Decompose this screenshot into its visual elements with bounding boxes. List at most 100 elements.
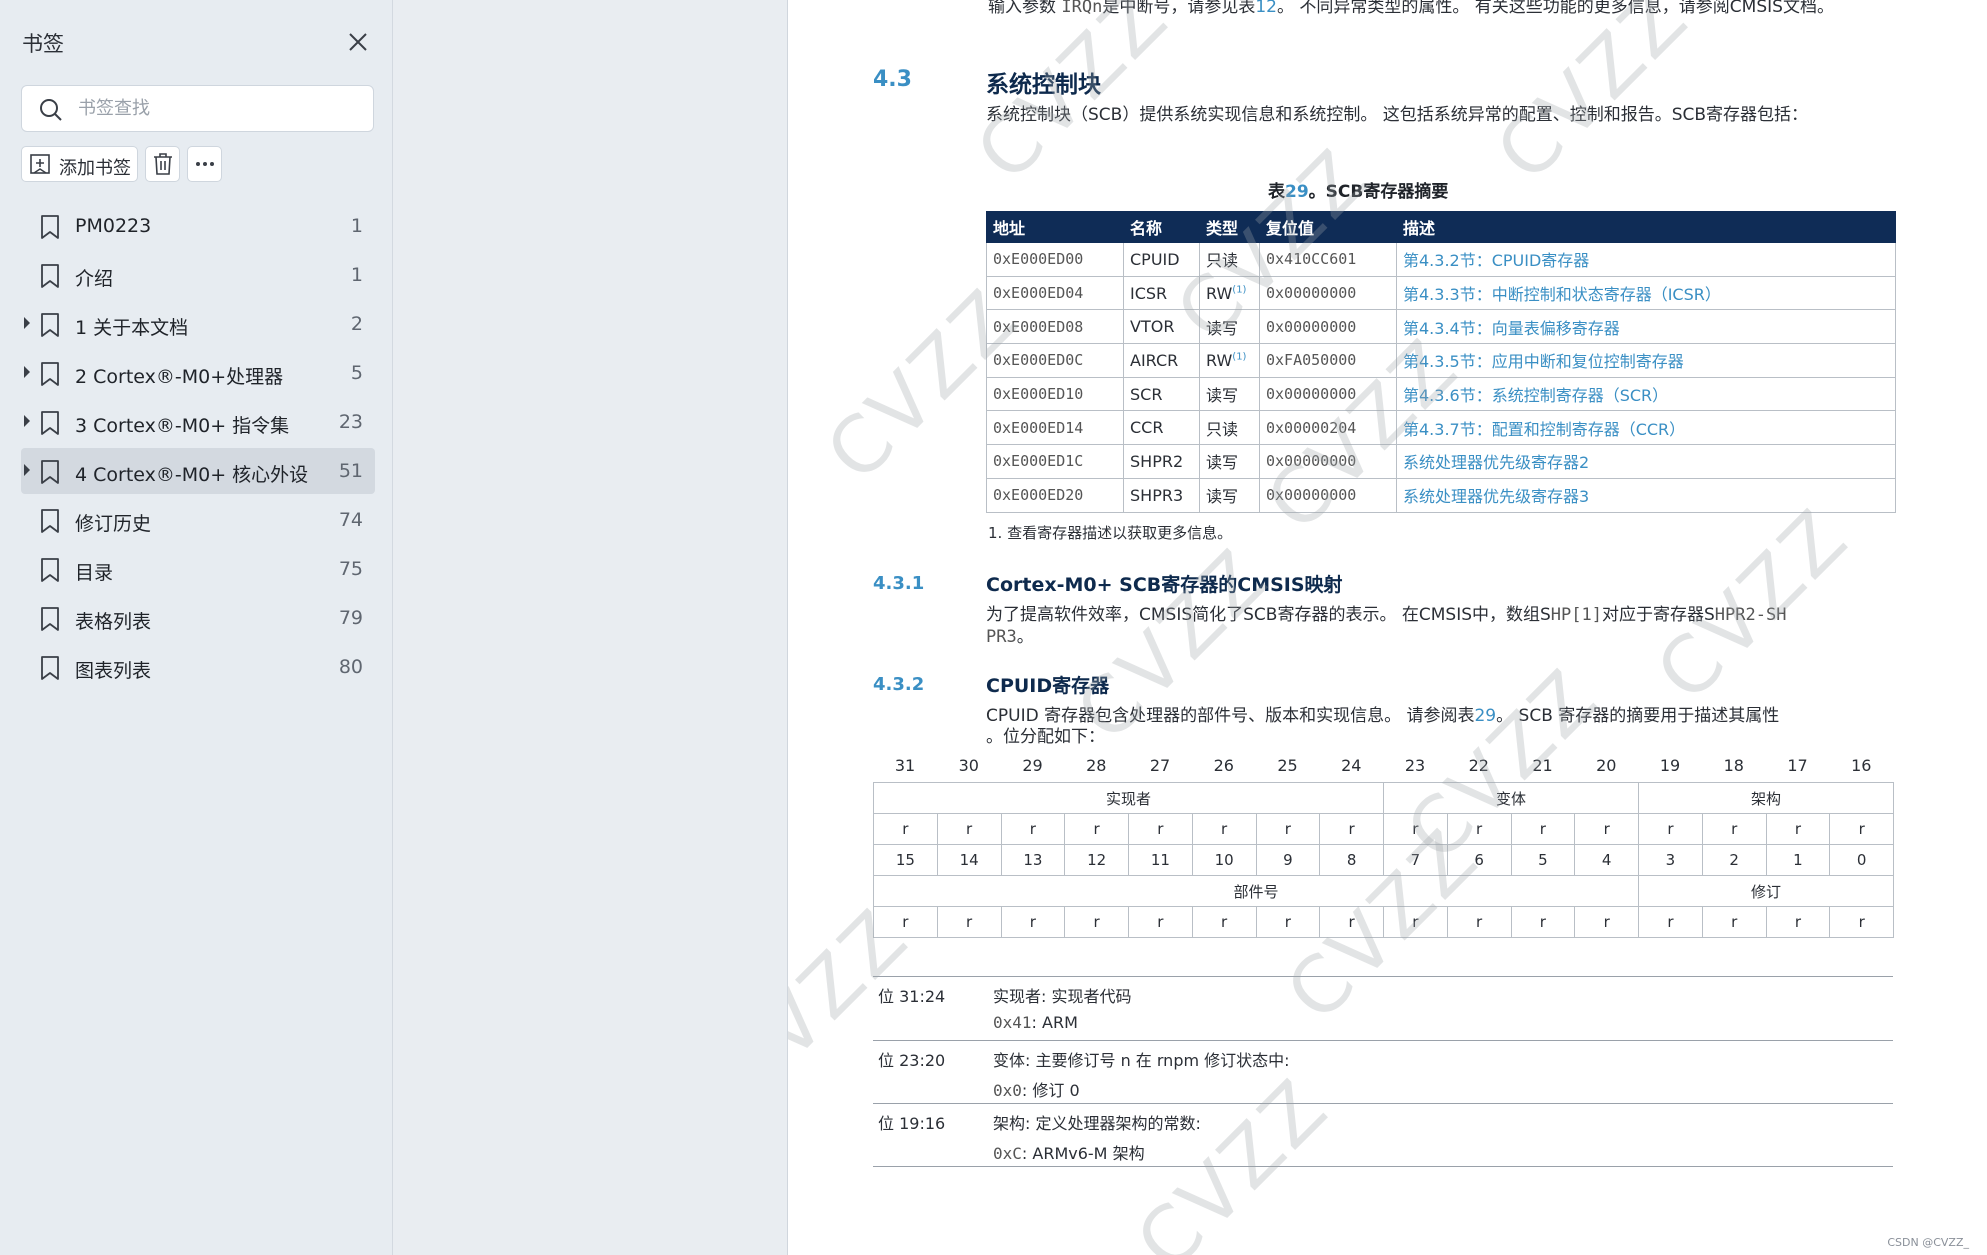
value-text: : ARM bbox=[1031, 1013, 1078, 1032]
cell-description-link[interactable]: 第4.3.6节：系统控制寄存器（SCR） bbox=[1396, 376, 1896, 412]
section-body: 系统控制块（SCB）提供系统实现信息和系统控制。 这包括系统异常的配置、控制和报… bbox=[986, 105, 1809, 125]
bookmark-item[interactable]: 2 Cortex®-M0+处理器 5 bbox=[21, 350, 375, 396]
cell-type: 读写 bbox=[1199, 376, 1260, 412]
bookmark-item[interactable]: 目录 75 bbox=[21, 546, 375, 592]
access-cell: r bbox=[1701, 906, 1767, 938]
section-number: 4.3 bbox=[873, 67, 912, 92]
bookmark-item[interactable]: 4 Cortex®-M0+ 核心外设 51 bbox=[21, 448, 375, 494]
field-description: 变体: 主要修订号 n 在 rnpm 修订状态中: bbox=[993, 1050, 1290, 1070]
cell-reset-value: 0x00000000 bbox=[1259, 275, 1397, 311]
table-row: 0xE000ED1C SHPR2 读写 0x00000000 系统处理器优先级寄存器2 bbox=[986, 444, 1896, 479]
value-code: 0x0 bbox=[993, 1080, 1022, 1100]
document-page: 输入参数 IRQn是中断号，请参见表12。 不同异常类型的属性。 有关这些功能的… bbox=[787, 0, 1987, 1255]
source-credit: CSDN @CVZZ_ bbox=[1887, 1236, 1969, 1249]
add-bookmark-button[interactable]: 添加书签 bbox=[21, 146, 138, 182]
bit-number: 15 bbox=[873, 844, 938, 876]
bookmark-item[interactable]: PM0223 1 bbox=[21, 203, 375, 249]
access-cell: r bbox=[1765, 813, 1831, 845]
bookmark-search-box[interactable] bbox=[21, 85, 374, 132]
cell-name: ICSR bbox=[1123, 275, 1200, 311]
text: 输入参数 bbox=[988, 0, 1062, 17]
type-text: 读写 bbox=[1206, 386, 1239, 406]
cell-description-link[interactable]: 第4.3.4节：向量表偏移寄存器 bbox=[1396, 309, 1896, 345]
description-row: 位 31:24 实现者: 实现者代码 0x41: ARM bbox=[873, 976, 1893, 1040]
bookmark-label: 目录 bbox=[75, 562, 114, 584]
caption-text: 。SCB寄存器摘要 bbox=[1308, 182, 1449, 202]
bookmark-item[interactable]: 图表列表 80 bbox=[21, 644, 375, 690]
bit-number: 0 bbox=[1829, 844, 1895, 876]
cell-description-link[interactable]: 第4.3.5节：应用中断和复位控制寄存器 bbox=[1396, 343, 1896, 378]
access-cell: r bbox=[1191, 906, 1257, 938]
bit-number: 12 bbox=[1064, 844, 1129, 876]
table-link[interactable]: 12 bbox=[1255, 0, 1277, 17]
bookmark-item[interactable]: 3 Cortex®-M0+ 指令集 23 bbox=[21, 399, 375, 445]
bit-number: 30 bbox=[958, 756, 979, 775]
bookmark-search-input[interactable] bbox=[78, 86, 358, 131]
bookmark-page-number: 75 bbox=[338, 558, 363, 580]
access-cell: r bbox=[1829, 813, 1895, 845]
text: 。 bbox=[1016, 627, 1034, 647]
bookmark-item[interactable]: 修订历史 74 bbox=[21, 497, 375, 543]
access-cell: r bbox=[1829, 906, 1895, 938]
more-options-button[interactable] bbox=[187, 146, 222, 182]
cell-address: 0xE000ED08 bbox=[986, 309, 1124, 345]
type-text: 只读 bbox=[1206, 251, 1239, 271]
cell-address: 0xE000ED1C bbox=[986, 444, 1124, 479]
bookmark-icon bbox=[39, 508, 61, 534]
column-header: 复位值 bbox=[1259, 211, 1397, 243]
field-variant: 变体 bbox=[1383, 782, 1640, 814]
table-row: 0xE000ED14 CCR 只读 0x00000204 第4.3.7节：配置和控制寄存… bbox=[986, 410, 1896, 446]
access-cell: r bbox=[1064, 813, 1129, 845]
cell-type: 读写 bbox=[1199, 309, 1260, 345]
cell-description-link[interactable]: 系统处理器优先级寄存器3 bbox=[1396, 477, 1896, 513]
section-number: 4.3.2 bbox=[873, 674, 925, 695]
bit-range: 位 31:24 bbox=[878, 987, 946, 1006]
scb-register-table: 地址 名称 类型 复位值 描述 0xE000ED00 CPUID 只读 0x410CC601 第… bbox=[986, 211, 1896, 513]
access-cell: r bbox=[1574, 813, 1640, 845]
text: 为了提高软件效率，CMSIS简化了SCB寄存器的表示。 在CMSIS中，数组S bbox=[986, 605, 1551, 625]
access-cell: r bbox=[873, 906, 938, 938]
bookmark-item[interactable]: 表格列表 79 bbox=[21, 595, 375, 641]
expand-arrow-icon[interactable] bbox=[24, 317, 30, 329]
cell-name: CCR bbox=[1123, 410, 1200, 446]
cell-name: CPUID bbox=[1123, 242, 1200, 277]
close-icon[interactable] bbox=[344, 28, 372, 56]
bookmark-label: 介绍 bbox=[75, 268, 114, 290]
panel-title: 书签 bbox=[22, 32, 64, 56]
table-footnote: 1. 查看寄存器描述以获取更多信息。 bbox=[988, 524, 1233, 542]
expand-arrow-icon[interactable] bbox=[24, 464, 30, 476]
table-link[interactable]: 29 bbox=[1474, 706, 1496, 726]
bookmark-item[interactable]: 介绍 1 bbox=[21, 252, 375, 298]
cell-address: 0xE000ED20 bbox=[986, 477, 1124, 513]
value-text: : ARMv6-M 架构 bbox=[1021, 1144, 1145, 1163]
delete-bookmark-button[interactable] bbox=[145, 146, 180, 182]
bookmark-page-number: 79 bbox=[338, 607, 363, 629]
bookmark-page-number: 1 bbox=[350, 215, 363, 237]
field-value: 0x0: 修订 0 bbox=[993, 1077, 1080, 1101]
bookmark-label: PM0223 bbox=[75, 215, 152, 237]
access-cell: r bbox=[1128, 906, 1193, 938]
bit-number: 2 bbox=[1701, 844, 1767, 876]
column-header: 类型 bbox=[1199, 211, 1260, 243]
code: IRQn bbox=[1061, 0, 1103, 17]
footnote-ref: (1) bbox=[1232, 351, 1247, 363]
access-cell: r bbox=[1319, 813, 1385, 845]
expand-arrow-icon[interactable] bbox=[24, 366, 30, 378]
cell-reset-value: 0x00000000 bbox=[1259, 477, 1397, 513]
bookmark-item[interactable]: 1 关于本文档 2 bbox=[21, 301, 375, 347]
type-text: 只读 bbox=[1206, 419, 1239, 439]
bit-range: 位 23:20 bbox=[878, 1050, 946, 1070]
cell-name: VTOR bbox=[1123, 309, 1200, 345]
text: 。 不同异常类型的属性。 有关这些功能的更多信息，请参阅CMSIS文档。 bbox=[1277, 0, 1834, 17]
field-revision: 修订 bbox=[1638, 875, 1895, 907]
cell-description-link[interactable]: 第4.3.7节：配置和控制寄存器（CCR） bbox=[1396, 410, 1896, 446]
bit-number: 20 bbox=[1596, 756, 1617, 775]
bookmark-page-number: 51 bbox=[338, 460, 363, 482]
cell-description-link[interactable]: 系统处理器优先级寄存器2 bbox=[1396, 444, 1896, 479]
cell-description-link[interactable]: 第4.3.3节：中断控制和状态寄存器（ICSR） bbox=[1396, 275, 1896, 311]
field-value: 0xC: ARMv6-M 架构 bbox=[993, 1140, 1145, 1164]
cell-description-link[interactable]: 第4.3.2节：CPUID寄存器 bbox=[1396, 242, 1896, 277]
cell-reset-value: 0x410CC601 bbox=[1259, 242, 1397, 277]
bookmark-icon bbox=[39, 655, 61, 681]
expand-arrow-icon[interactable] bbox=[24, 415, 30, 427]
